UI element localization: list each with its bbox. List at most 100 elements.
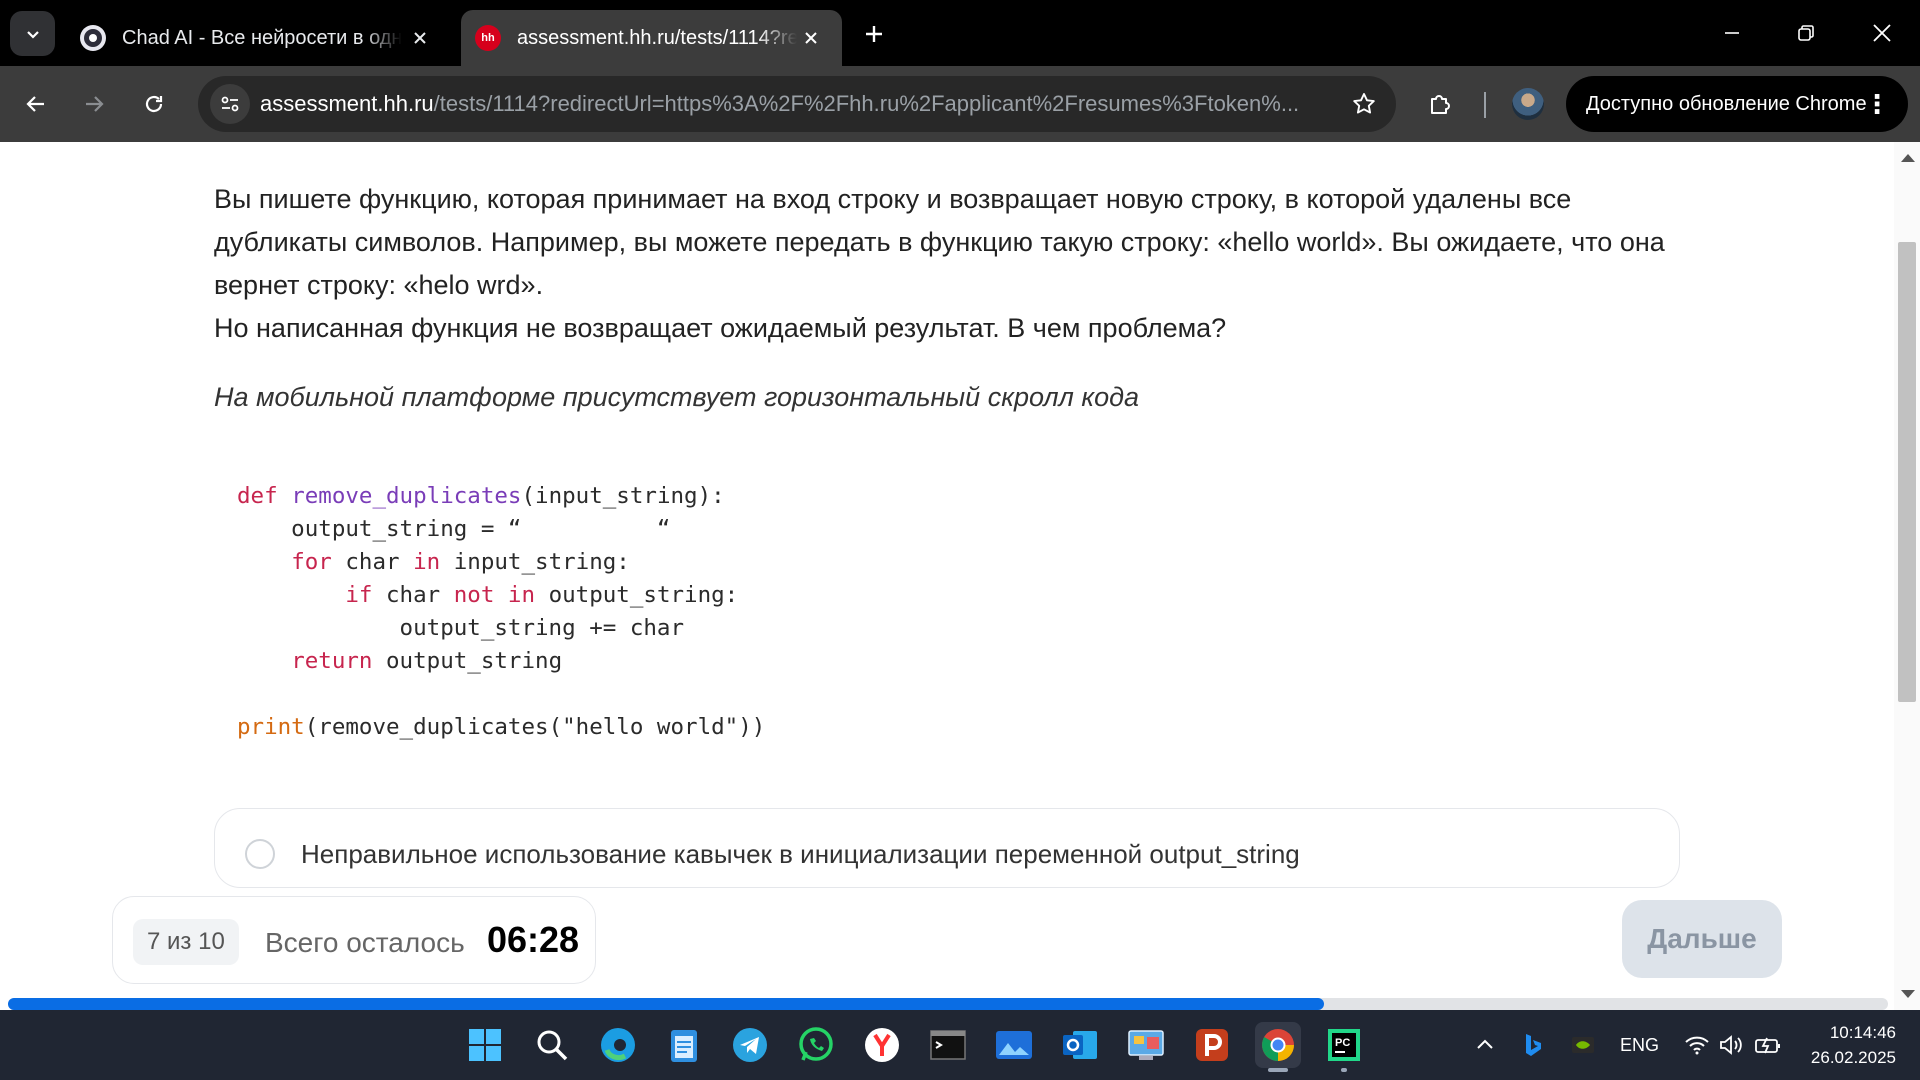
system-clock[interactable]: 10:14:46 26.02.2025 (1811, 1020, 1896, 1070)
chad-ai-favicon-icon (80, 25, 106, 51)
search-icon[interactable] (529, 1022, 575, 1068)
scrollbar-thumb[interactable] (1898, 242, 1916, 702)
url-path: /tests/1114?redirectUrl=https%3A%2F%2Fhh… (433, 91, 1300, 116)
code-text: char (331, 549, 414, 575)
yandex-browser-icon[interactable] (859, 1022, 905, 1068)
bookmark-star-icon[interactable] (1348, 88, 1380, 120)
next-button[interactable]: Дальше (1622, 900, 1782, 978)
minimize-button[interactable] (1702, 10, 1762, 56)
code-keyword: in (413, 549, 441, 575)
code-block: def remove_duplicates(input_string): out… (237, 480, 765, 744)
code-text: (remove_duplicates("hello world")) (304, 714, 766, 740)
outlook-icon[interactable] (1057, 1022, 1103, 1068)
close-tab-icon[interactable] (407, 25, 433, 51)
test-status-card: 7 из 10 Всего осталось 06:28 (112, 896, 596, 984)
more-vertical-icon[interactable]: ⋮ (1864, 76, 1890, 132)
tab-search-button[interactable] (10, 11, 55, 56)
code-text: output_string (372, 648, 563, 674)
browser-toolbar: assessment.hh.ru/tests/1114?redirectUrl=… (0, 66, 1920, 142)
extensions-button[interactable] (1418, 82, 1462, 126)
code-text: output_string += char (237, 615, 685, 641)
clock-time: 10:14:46 (1829, 1023, 1896, 1042)
tray-overflow-icon[interactable] (1474, 1010, 1496, 1080)
question-counter: 7 из 10 (133, 919, 239, 965)
language-indicator[interactable]: ENG (1620, 1010, 1659, 1080)
windows-start-icon[interactable] (462, 1022, 508, 1068)
tab-strip: Chad AI - Все нейросети в одном hh asses… (0, 0, 1920, 66)
answer-option[interactable]: Неправильное использование кавычек в ини… (214, 808, 1680, 888)
code-keyword: for (291, 549, 332, 575)
chrome-update-button[interactable]: Доступно обновление Chrome ⋮ (1566, 76, 1908, 132)
running-app-indicator (1341, 1068, 1347, 1072)
telegram-icon[interactable] (727, 1022, 773, 1068)
language-label: ENG (1620, 1034, 1660, 1055)
wifi-icon[interactable] (1684, 1010, 1710, 1080)
reload-icon (145, 95, 163, 113)
code-text: char (372, 582, 454, 608)
chrome-icon[interactable] (1255, 1022, 1301, 1072)
nvidia-icon[interactable] (1570, 1010, 1596, 1080)
code-keyword: not in (453, 582, 536, 608)
code-keyword: if (345, 582, 373, 608)
notepad-icon[interactable] (661, 1022, 707, 1068)
test-progress-bar (8, 998, 1888, 1010)
url-text[interactable]: assessment.hh.ru/tests/1114?redirectUrl=… (260, 76, 1320, 132)
hh-favicon-icon: hh (475, 25, 501, 51)
svg-text:PC: PC (1335, 1037, 1350, 1049)
reload-button[interactable] (132, 82, 176, 126)
toolbar-divider (1484, 92, 1486, 118)
code-text: output_string: (535, 582, 739, 608)
battery-icon[interactable] (1754, 1010, 1782, 1080)
site-info-icon[interactable] (210, 84, 250, 124)
terminal-icon[interactable] (925, 1022, 971, 1068)
radio-button[interactable] (245, 839, 275, 869)
puzzle-icon (1431, 95, 1450, 114)
restore-icon (1798, 25, 1814, 41)
new-tab-button[interactable] (856, 16, 892, 52)
answer-option-text: Неправильное использование кавычек в ини… (301, 839, 1300, 869)
code-text: input_string: (440, 549, 630, 575)
volume-icon[interactable] (1718, 1010, 1746, 1080)
close-tab-icon[interactable] (798, 25, 824, 51)
profile-avatar[interactable] (1512, 88, 1544, 120)
code-keyword: def (237, 483, 278, 509)
windows-taskbar: PC ENG 10:14:46 26.02.2025 (0, 1010, 1920, 1080)
edge-icon[interactable] (595, 1022, 641, 1068)
code-builtin: print (237, 714, 305, 740)
control-panel-icon[interactable] (1123, 1022, 1169, 1068)
minimize-icon (1725, 32, 1739, 34)
code-text: output_string = “ “ (237, 516, 671, 542)
clock-date: 26.02.2025 (1810, 1048, 1896, 1067)
countdown-timer: 06:28 (487, 919, 580, 960)
code-text: (input_string): (521, 483, 725, 509)
page-scrollbar[interactable] (1894, 142, 1920, 1010)
close-icon (1873, 24, 1891, 42)
plus-icon (866, 26, 882, 42)
code-keyword: return (291, 648, 373, 674)
back-button[interactable] (14, 82, 58, 126)
tab-title: assessment.hh.ru/tests/1114?redirectUrl (517, 26, 797, 49)
active-app-indicator (1268, 1068, 1288, 1072)
remaining-label: Всего осталось (265, 927, 465, 958)
scroll-down-arrow-icon[interactable] (1901, 990, 1915, 998)
powerpoint-icon[interactable] (1189, 1022, 1235, 1068)
photos-icon[interactable] (991, 1022, 1037, 1068)
address-bar[interactable]: assessment.hh.ru/tests/1114?redirectUrl=… (198, 76, 1396, 132)
update-label: Доступно обновление Chrome (1586, 93, 1867, 115)
scroll-note: На мобильной платформе присутствует гори… (214, 382, 1140, 412)
question-paragraph: Вы пишете функцию, которая принимает на … (214, 184, 1665, 300)
code-function-name: remove_duplicates (291, 483, 522, 509)
url-host: assessment.hh.ru (260, 91, 434, 116)
tab-chad-ai[interactable]: Chad AI - Все нейросети в одном (66, 10, 451, 66)
test-progress-fill (8, 998, 1324, 1010)
tab-title: Chad AI - Все нейросети в одном (122, 26, 402, 49)
whatsapp-icon[interactable] (793, 1022, 839, 1068)
scroll-up-arrow-icon[interactable] (1901, 154, 1915, 162)
tab-assessment[interactable]: hh assessment.hh.ru/tests/1114?redirectU… (461, 10, 842, 66)
close-window-button[interactable] (1852, 10, 1912, 56)
bing-icon[interactable] (1522, 1010, 1544, 1080)
pycharm-icon[interactable]: PC (1321, 1022, 1367, 1072)
forward-button[interactable] (72, 82, 116, 126)
chevron-down-icon (26, 30, 39, 39)
restore-button[interactable] (1776, 10, 1836, 56)
